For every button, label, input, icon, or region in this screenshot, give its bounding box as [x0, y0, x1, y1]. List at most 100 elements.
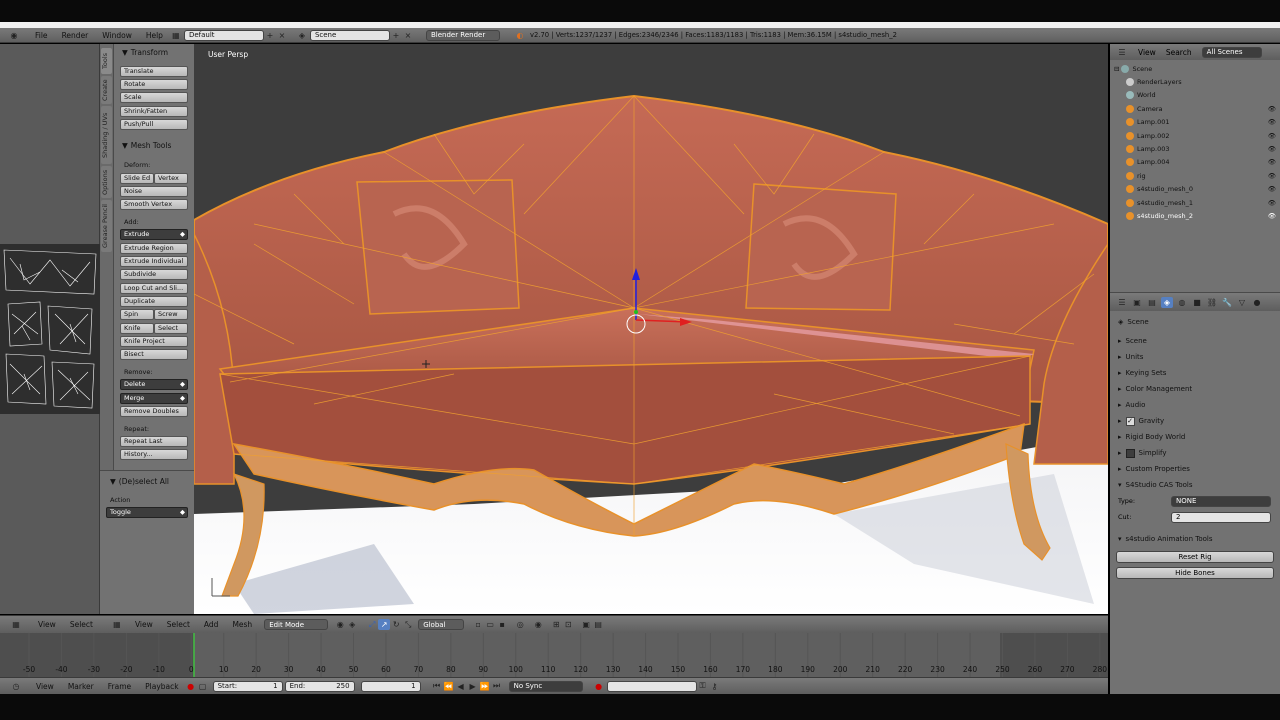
scale-button[interactable]: Scale: [120, 92, 188, 103]
outliner-item-lamp-001[interactable]: Lamp.001 👁: [1114, 116, 1280, 129]
mode-select[interactable]: Edit Mode: [264, 619, 329, 630]
3d-editor-type-icon[interactable]: ▦: [111, 619, 123, 630]
frame-menu[interactable]: Frame: [108, 682, 131, 691]
view-menu[interactable]: View: [135, 620, 153, 629]
loop-cut-button[interactable]: Loop Cut and Sli...: [120, 283, 188, 294]
visibility-eye-icon[interactable]: 👁: [1268, 212, 1276, 220]
extrude-individual-button[interactable]: Extrude Individual: [120, 256, 188, 267]
select-menu[interactable]: Select: [167, 620, 190, 629]
simplify-checkbox[interactable]: [1125, 448, 1135, 458]
scene-field[interactable]: Scene: [309, 29, 390, 41]
menu-file[interactable]: File: [28, 31, 55, 40]
uv-editor-strip[interactable]: [0, 44, 100, 614]
tab-create[interactable]: Create: [101, 76, 112, 104]
tab-shading-uvs[interactable]: Shading / UVs: [101, 106, 112, 164]
visibility-eye-icon[interactable]: 👁: [1268, 172, 1276, 180]
deselect-all-header[interactable]: ▼ (De)select All: [106, 475, 173, 488]
jump-start-icon[interactable]: ⏮: [431, 681, 443, 692]
panel-scene[interactable]: ▸ Scene: [1110, 333, 1280, 349]
visibility-eye-icon[interactable]: 👁: [1268, 105, 1276, 113]
slide-edge-button[interactable]: Slide Ed: [120, 173, 154, 184]
editor-type-icon[interactable]: ◉: [8, 30, 20, 41]
playback-menu[interactable]: Playback: [145, 682, 178, 691]
menu-window[interactable]: Window: [95, 31, 139, 40]
noise-button[interactable]: Noise: [120, 186, 188, 197]
scale-manipulator-icon[interactable]: ⤡: [402, 619, 414, 630]
reset-rig-button[interactable]: Reset Rig: [1116, 551, 1274, 563]
history-button[interactable]: History...: [120, 449, 188, 460]
current-frame-field[interactable]: 1: [360, 680, 421, 692]
proportional-icon[interactable]: ◉: [532, 619, 544, 630]
visibility-eye-icon[interactable]: 👁: [1268, 132, 1276, 140]
timeline-type-icon[interactable]: ◷: [10, 681, 22, 692]
type-select[interactable]: NONE: [1171, 495, 1271, 507]
play-reverse-icon[interactable]: ◀: [455, 681, 467, 692]
menu-help[interactable]: Help: [139, 31, 170, 40]
opengl-render-icon[interactable]: ▤: [592, 619, 604, 630]
cut-input[interactable]: 2: [1171, 511, 1271, 523]
shrink-fatten-button[interactable]: Shrink/Fatten: [120, 106, 188, 117]
outliner-type-icon[interactable]: ☰: [1116, 47, 1128, 58]
start-frame-field[interactable]: Start: 1: [212, 680, 283, 692]
mesh-tools-panel-header[interactable]: ▼ Mesh Tools: [118, 139, 175, 152]
outliner-item-lamp-003[interactable]: Lamp.003 👁: [1114, 142, 1280, 155]
outliner-item-mesh-1[interactable]: s4studio_mesh_1 👁: [1114, 196, 1280, 209]
knife-button[interactable]: Knife: [120, 323, 154, 334]
keying-set-field[interactable]: [606, 680, 697, 692]
outliner-filter-select[interactable]: All Scenes: [1201, 46, 1262, 58]
remove-doubles-button[interactable]: Remove Doubles: [120, 406, 188, 417]
push-pull-button[interactable]: Push/Pull: [120, 119, 188, 130]
smooth-vertex-button[interactable]: Smooth Vertex: [120, 199, 188, 210]
play-icon[interactable]: ▶: [467, 681, 479, 692]
visibility-eye-icon[interactable]: 👁: [1268, 118, 1276, 126]
add-layout-icon[interactable]: +: [264, 30, 276, 41]
action-select[interactable]: Toggle ◆: [106, 507, 188, 518]
edge-select-icon[interactable]: ▭: [484, 619, 496, 630]
tab-tools[interactable]: Tools: [101, 48, 112, 74]
visibility-eye-icon[interactable]: 👁: [1268, 185, 1276, 193]
translate-manipulator-icon[interactable]: ↗: [378, 619, 391, 630]
orientation-select[interactable]: Global: [418, 619, 465, 630]
panel-custom-properties[interactable]: ▸ Custom Properties: [1110, 461, 1280, 477]
jump-end-icon[interactable]: ⏭: [491, 681, 503, 692]
remove-layout-icon[interactable]: ×: [276, 30, 288, 41]
translate-button[interactable]: Translate: [120, 66, 188, 77]
screw-button[interactable]: Screw: [154, 309, 188, 320]
outliner-item-scene[interactable]: ⊟ Scene: [1114, 62, 1280, 75]
collapse-icon[interactable]: ⊟: [1114, 65, 1119, 73]
snap-icon[interactable]: ⊞: [550, 619, 562, 630]
outliner-view-menu[interactable]: View: [1138, 48, 1156, 57]
face-select-icon[interactable]: ▪: [496, 619, 508, 630]
outliner-item-mesh-2[interactable]: s4studio_mesh_2 👁: [1114, 209, 1280, 222]
layout-field[interactable]: Default: [183, 29, 264, 41]
extrude-select[interactable]: Extrude ◆: [120, 229, 188, 240]
layers-tab-icon[interactable]: ▤: [1146, 297, 1158, 308]
outliner-item-mesh-0[interactable]: s4studio_mesh_0 👁: [1114, 183, 1280, 196]
add-menu[interactable]: Add: [204, 620, 219, 629]
manipulator-icon[interactable]: ⤢: [366, 619, 378, 630]
render-icon[interactable]: ▣: [580, 619, 592, 630]
world-tab-icon[interactable]: ◍: [1176, 297, 1188, 308]
material-tab-icon[interactable]: ●: [1251, 297, 1263, 308]
uv-view-menu[interactable]: View: [38, 620, 56, 629]
panel-simplify[interactable]: ▸ Simplify: [1110, 445, 1280, 461]
delete-keyframe-icon[interactable]: ⚷: [709, 681, 721, 692]
render-tab-icon[interactable]: ▣: [1131, 297, 1143, 308]
panel-keying-sets[interactable]: ▸ Keying Sets: [1110, 365, 1280, 381]
knife-select-button[interactable]: Select: [154, 323, 188, 334]
panel-audio[interactable]: ▸ Audio: [1110, 397, 1280, 413]
slide-vertex-button[interactable]: Vertex: [154, 173, 188, 184]
bisect-button[interactable]: Bisect: [120, 349, 188, 360]
sync-select[interactable]: No Sync: [508, 680, 583, 692]
auto-keying-icon[interactable]: ●: [593, 681, 605, 692]
spin-button[interactable]: Spin: [120, 309, 154, 320]
duplicate-button[interactable]: Duplicate: [120, 296, 188, 307]
timeline-view-menu[interactable]: View: [36, 682, 54, 691]
add-scene-icon[interactable]: +: [390, 30, 402, 41]
object-tab-icon[interactable]: ■: [1191, 297, 1203, 308]
outliner-item-lamp-002[interactable]: Lamp.002 👁: [1114, 129, 1280, 142]
preview-range-icon[interactable]: ▢: [197, 681, 209, 692]
outliner-item-renderlayers[interactable]: RenderLayers: [1114, 75, 1280, 88]
outliner-search-menu[interactable]: Search: [1166, 48, 1192, 57]
hide-bones-button[interactable]: Hide Bones: [1116, 567, 1274, 579]
